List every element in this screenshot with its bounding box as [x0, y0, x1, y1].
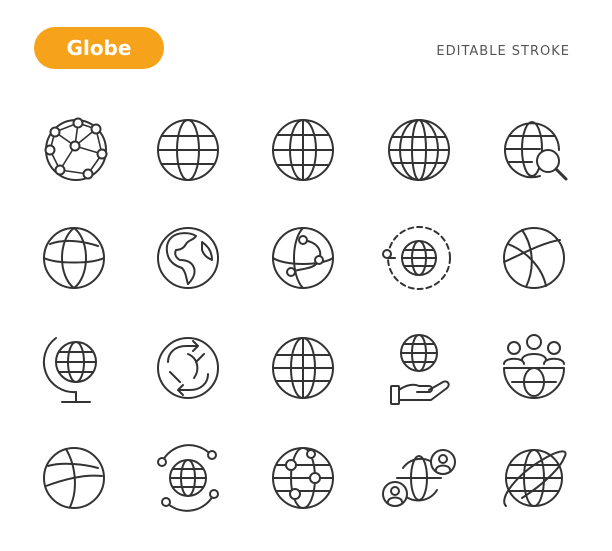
globe-ring-icon	[503, 449, 567, 507]
earth-americas-icon	[157, 227, 219, 289]
globe-lines-icon	[43, 447, 105, 509]
globe-curves-icon	[503, 227, 565, 289]
globe-community-icon	[503, 334, 565, 399]
globe-exchange-icon	[157, 337, 219, 399]
globe-locations-icon	[272, 447, 334, 509]
globe-icon	[157, 119, 219, 181]
network-globe-icon	[44, 117, 108, 181]
icon-grid	[0, 0, 612, 551]
globe-wireframe-icon	[388, 119, 450, 181]
globe-tilted-icon	[43, 227, 105, 289]
globe-latitude-icon	[272, 337, 334, 399]
globe-hand-icon	[390, 334, 450, 405]
globe-search-icon	[504, 121, 568, 181]
globe-grid-icon	[272, 119, 334, 181]
globe-route-icon	[272, 227, 334, 289]
globe-orbit-icon	[382, 226, 451, 290]
desk-globe-icon	[42, 337, 97, 403]
globe-users-icon	[382, 449, 456, 507]
globe-connected-icon	[157, 444, 219, 512]
